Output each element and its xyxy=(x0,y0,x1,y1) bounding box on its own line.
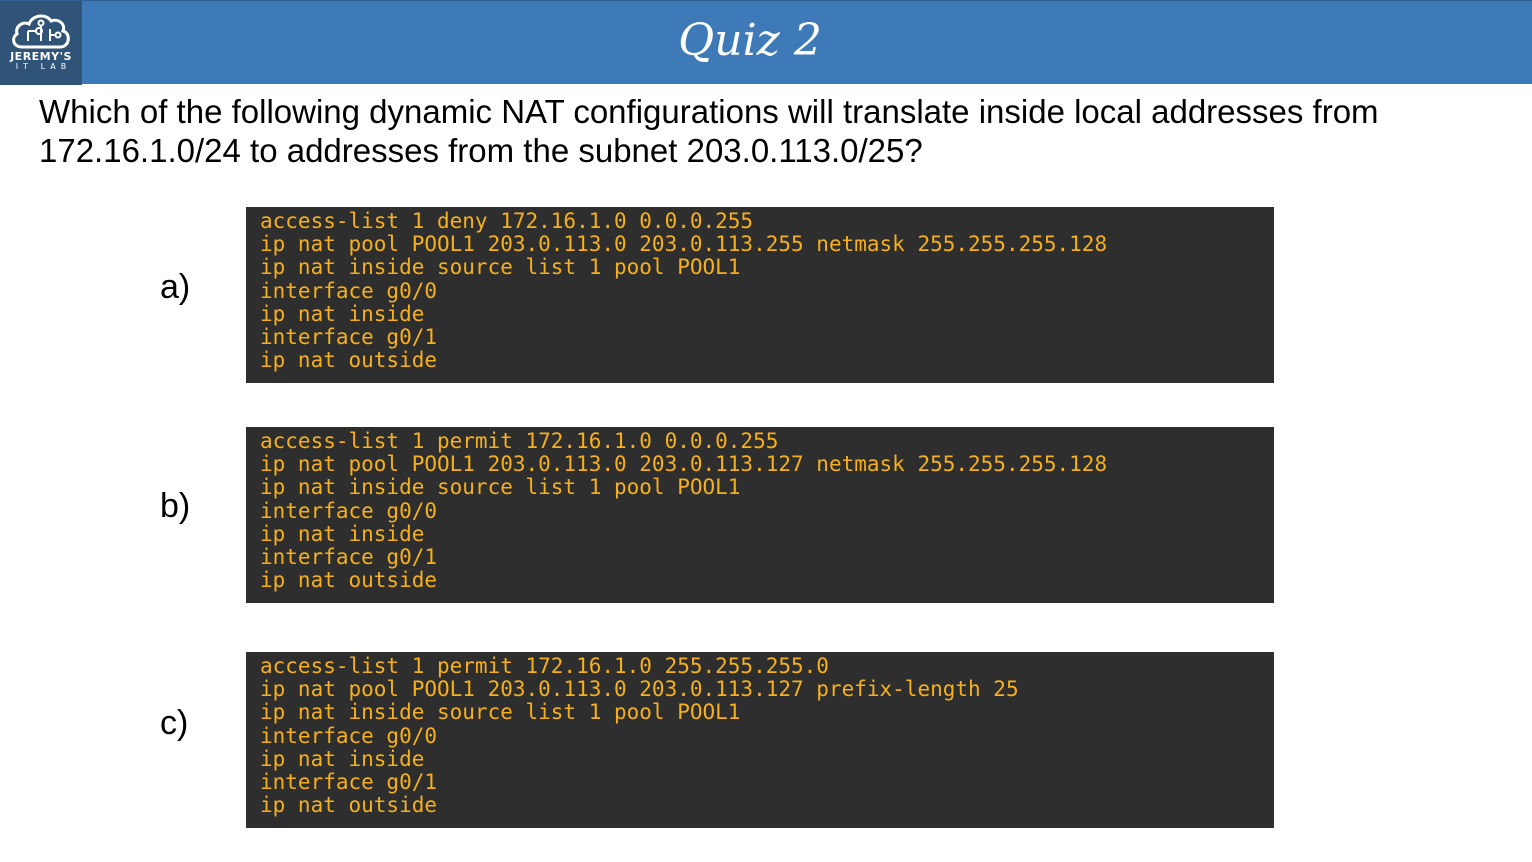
code-line: ip nat inside source list 1 pool POOL1 xyxy=(260,700,741,725)
option-a-label: a) xyxy=(160,268,191,306)
code-line: ip nat inside xyxy=(260,746,425,771)
cloud-circuit-icon xyxy=(12,14,70,49)
logo: JEREMY'S IT LAB xyxy=(0,1,82,85)
code-line: ip nat outside xyxy=(260,348,438,373)
code-line: ip nat inside xyxy=(260,521,425,546)
title-bar: JEREMY'S IT LAB Quiz 2 xyxy=(0,0,1532,85)
option-b-label: b) xyxy=(160,487,191,525)
option-a-code-block: access-list 1 deny 172.16.1.0 0.0.0.255 … xyxy=(246,207,1274,383)
code-line: access-list 1 deny 172.16.1.0 0.0.0.255 xyxy=(260,209,754,233)
code-line: ip nat outside xyxy=(260,568,438,593)
option-c-label: c) xyxy=(160,704,189,742)
code-line: interface g0/1 xyxy=(260,545,438,570)
code-line: ip nat inside xyxy=(260,301,425,326)
logo-subtitle: IT LAB xyxy=(15,62,72,71)
code-line: interface g0/1 xyxy=(260,770,438,795)
code-line: ip nat inside source list 1 pool POOL1 xyxy=(260,255,741,280)
question-text: Which of the following dynamic NAT confi… xyxy=(39,93,1379,169)
code-line: ip nat inside source list 1 pool POOL1 xyxy=(260,475,741,500)
code-line: ip nat pool POOL1 203.0.113.0 203.0.113.… xyxy=(260,677,1019,702)
option-c-code-block: access-list 1 permit 172.16.1.0 255.255.… xyxy=(246,652,1274,828)
code-line: ip nat pool POOL1 203.0.113.0 203.0.113.… xyxy=(260,232,1108,257)
code-line: ip nat outside xyxy=(260,793,438,818)
code-line: interface g0/1 xyxy=(260,325,438,350)
code-line: interface g0/0 xyxy=(260,498,438,523)
slide-title: Quiz 2 xyxy=(678,15,822,66)
code-line: interface g0/0 xyxy=(260,723,438,748)
code-line: ip nat pool POOL1 203.0.113.0 203.0.113.… xyxy=(260,452,1108,477)
code-line: access-list 1 permit 172.16.1.0 255.255.… xyxy=(260,654,829,678)
code-line: interface g0/0 xyxy=(260,278,438,303)
option-b-code-block: access-list 1 permit 172.16.1.0 0.0.0.25… xyxy=(246,427,1274,603)
code-line: access-list 1 permit 172.16.1.0 0.0.0.25… xyxy=(260,429,779,453)
